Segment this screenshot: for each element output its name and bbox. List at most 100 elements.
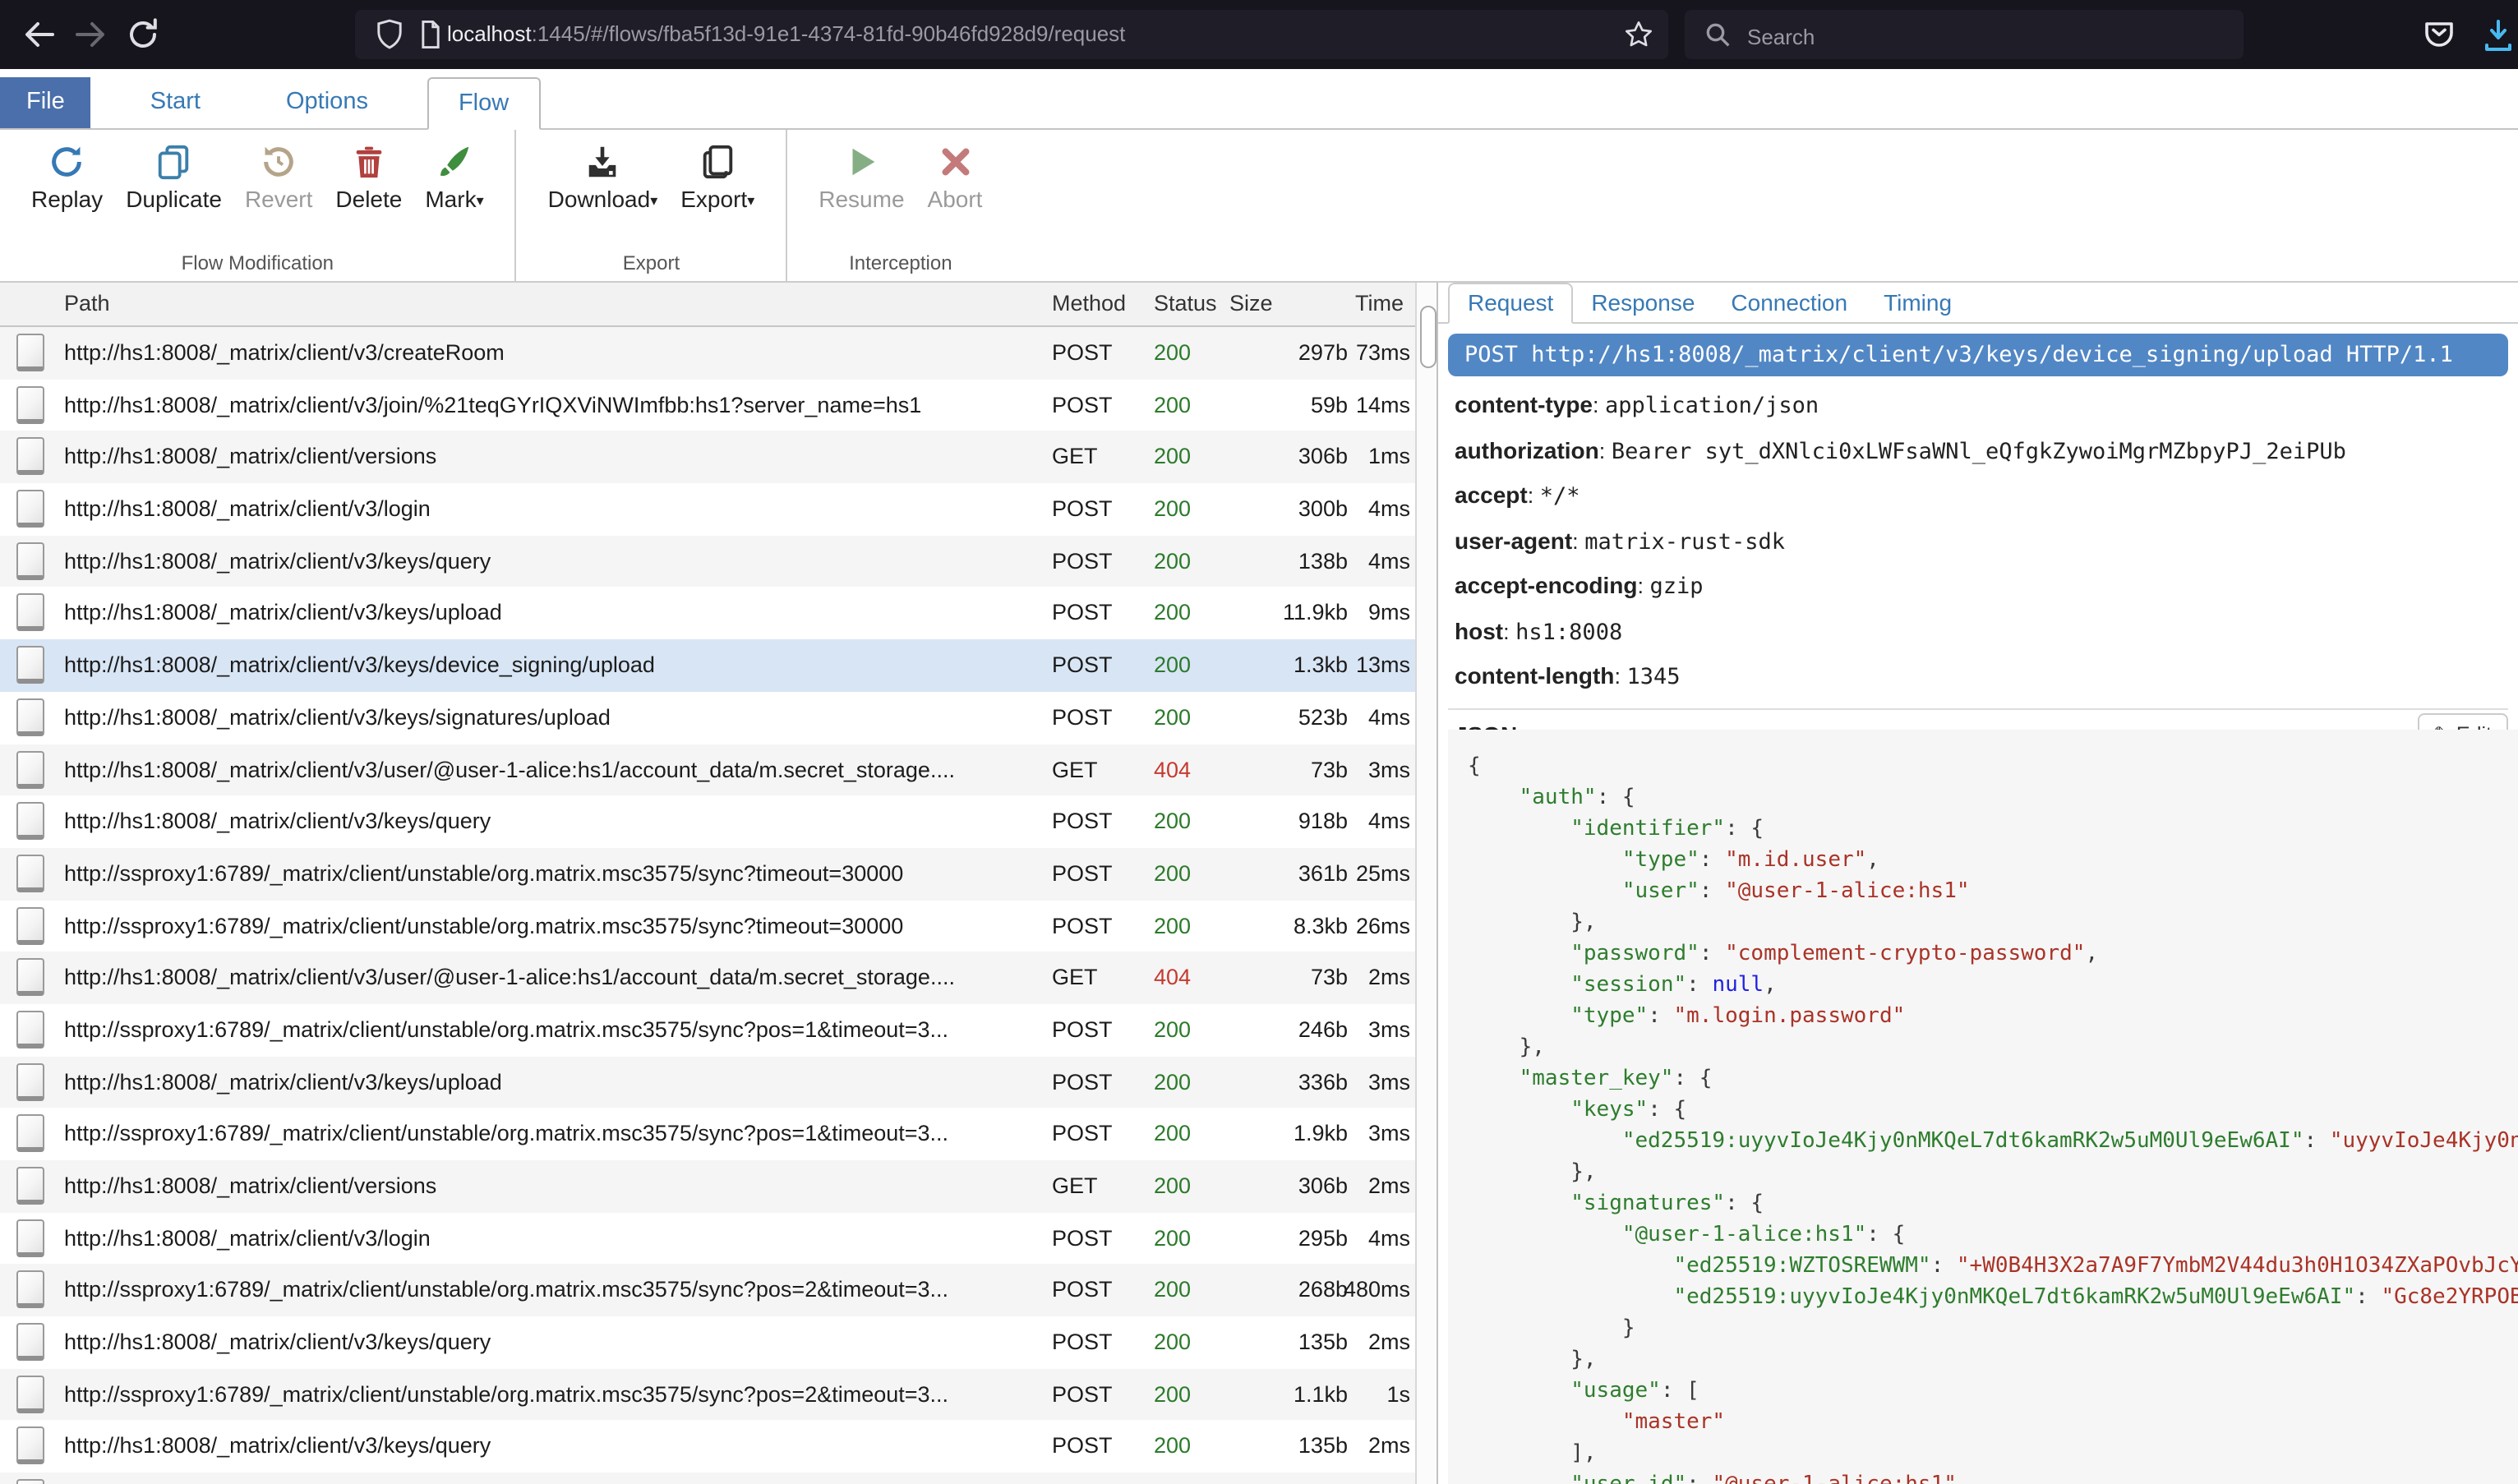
export-button[interactable]: Export▾	[669, 136, 766, 215]
flow-row[interactable]: http://hs1:8008/_matrix/client/versionsG…	[0, 431, 1415, 483]
flow-row[interactable]: http://hs1:8008/_matrix/client/v3/keys/q…	[0, 1421, 1415, 1472]
back-icon[interactable]	[20, 15, 59, 54]
flow-row[interactable]: http://hs1:8008/_matrix/client/v3/keys/q…	[0, 536, 1415, 588]
flow-type-icon	[16, 385, 44, 423]
flow-path: http://ssproxy1:6789/_matrix/client/unst…	[64, 1004, 1045, 1056]
flow-path: http://hs1:8008/_matrix/client/v3/keys/s…	[64, 692, 1045, 744]
abort-button[interactable]: Abort	[916, 136, 994, 215]
json-line: "ed25519:uyyvIoJe4Kjy0nMKQeL7dt6kamRK2w5…	[1468, 1282, 2518, 1313]
flow-toolbar: ReplayDuplicateRevertDeleteMark▾Flow Mod…	[0, 130, 2518, 283]
flow-type-icon	[16, 855, 44, 892]
reload-icon[interactable]	[123, 15, 163, 54]
flow-type-icon	[16, 959, 44, 997]
flow-type-icon	[16, 1323, 44, 1361]
duplicate-button[interactable]: Duplicate	[114, 136, 233, 215]
column-header-size[interactable]: Size	[1229, 283, 1273, 325]
flow-status: 200	[1154, 1160, 1191, 1212]
flow-path: http://ssproxy1:6789/_matrix/client/unst…	[64, 848, 1045, 900]
header-name: user-agent	[1455, 527, 1572, 553]
replay-button[interactable]: Replay	[20, 136, 114, 215]
flow-time: 3ms	[1315, 1056, 1410, 1108]
detail-tab-response[interactable]: Response	[1573, 284, 1713, 322]
column-header-status[interactable]: Status	[1154, 283, 1217, 325]
flow-method: POST	[1052, 848, 1113, 900]
menu-tab-file[interactable]: File	[0, 77, 91, 128]
flow-row[interactable]: http://hs1:8008/_matrix/client/v3/keys/s…	[0, 692, 1415, 744]
download-button[interactable]: Download▾	[537, 136, 670, 215]
delete-button[interactable]: Delete	[324, 136, 413, 215]
flow-row[interactable]: http://hs1:8008/_matrix/client/v3/keys/u…	[0, 1056, 1415, 1108]
menu-tab-options[interactable]: Options	[260, 77, 394, 128]
toolbar-button-label: Mark▾	[425, 186, 483, 212]
column-header-time[interactable]: Time	[1315, 283, 1404, 325]
url-bar[interactable]: localhost:1445/#/flows/fba5f13d-91e1-437…	[355, 10, 1668, 59]
scrollbar-thumb[interactable]	[1420, 306, 1437, 368]
column-header-path[interactable]: Path	[64, 283, 110, 325]
flow-path: http://hs1:8008/_matrix/client/v3/login	[64, 483, 1045, 535]
flow-row[interactable]: http://hs1:8008/_matrix/client/v3/user/@…	[0, 952, 1415, 1004]
json-line: "type": "m.id.user",	[1468, 845, 2518, 876]
forward-icon[interactable]	[71, 15, 110, 54]
mark-button[interactable]: Mark▾	[413, 136, 495, 215]
flow-time: 2ms	[1315, 952, 1410, 1004]
flow-method: POST	[1052, 1056, 1113, 1108]
detail-tab-connection[interactable]: Connection	[1713, 284, 1865, 322]
flow-row-selected[interactable]: http://hs1:8008/_matrix/client/v3/keys/d…	[0, 639, 1415, 691]
flow-row[interactable]: http://hs1:8008/_matrix/client/versionsG…	[0, 1160, 1415, 1212]
header-line[interactable]: content-type: application/json	[1455, 391, 2508, 419]
flow-time: 1ms	[1315, 431, 1410, 483]
header-line[interactable]: host: hs1:8008	[1455, 617, 2508, 645]
flow-row[interactable]: http://hs1:8008/_matrix/client/v3/loginP…	[0, 1212, 1415, 1264]
flow-row[interactable]: http://hs1:8008/_matrix/client/v3/keys/u…	[0, 588, 1415, 639]
download-icon	[583, 140, 621, 182]
menu-tab-start[interactable]: Start	[124, 77, 227, 128]
flow-row[interactable]: http://ssproxy1:6789/_matrix/client/unst…	[0, 1265, 1415, 1316]
menu-tab-flow[interactable]: Flow	[427, 77, 540, 130]
header-name: content-type	[1455, 391, 1593, 417]
detail-tab-timing[interactable]: Timing	[1865, 284, 1970, 322]
flow-row[interactable]: http://ssproxy1:6789/_matrix/client/unst…	[0, 848, 1415, 900]
flow-row[interactable]: http://ssproxy1:6789/_matrix/client/unst…	[0, 1004, 1415, 1056]
downloads-icon[interactable]	[2479, 15, 2518, 62]
flow-row[interactable]: http://hs1:8008/_matrix/client/v3/keys/q…	[0, 1316, 1415, 1368]
flow-path: http://hs1:8008/_matrix/client/versions	[64, 431, 1045, 483]
browser-search-input[interactable]	[1744, 10, 2227, 62]
flow-row[interactable]: http://ssproxy1:6789/_matrix/client/unst…	[0, 900, 1415, 952]
header-line[interactable]: content-length: 1345	[1455, 662, 2508, 690]
delete-icon	[350, 140, 388, 182]
flow-path: http://hs1:8008/_matrix/client/versions	[64, 1160, 1045, 1212]
column-header-method[interactable]: Method	[1052, 283, 1126, 325]
pocket-icon[interactable]	[2419, 15, 2459, 62]
flow-row[interactable]: http://hs1:8008/_matrix/client/v3/create…	[0, 327, 1415, 379]
shield-icon[interactable]	[371, 16, 408, 61]
flow-row[interactable]: http://hs1:8008/_matrix/client/v3/keys/q…	[0, 795, 1415, 847]
resume-button[interactable]: Resume	[807, 136, 915, 215]
flow-detail-panel: RequestResponseConnectionTiming POST htt…	[1437, 283, 2518, 1484]
header-line[interactable]: user-agent: matrix-rust-sdk	[1455, 527, 2508, 555]
bookmark-star-icon[interactable]	[1622, 18, 1655, 59]
page-icon[interactable]	[413, 16, 449, 61]
browser-search-bar[interactable]	[1685, 10, 2244, 59]
header-line[interactable]: authorization: Bearer syt_dXNlci0xLWFsaW…	[1455, 436, 2508, 464]
flow-row[interactable]: http://hs1:8008/_matrix/client/v3/user/@…	[0, 744, 1415, 795]
header-line[interactable]: accept-encoding: gzip	[1455, 572, 2508, 600]
revert-button[interactable]: Revert	[233, 136, 324, 215]
flow-time: 1s	[1315, 1369, 1410, 1421]
flow-time: 2ms	[1315, 1316, 1410, 1368]
header-separator: :	[1599, 438, 1612, 463]
flow-type-icon	[16, 1271, 44, 1309]
flow-type-icon	[16, 646, 44, 684]
header-value: hs1:8008	[1515, 619, 1622, 645]
flow-row[interactable]: http://hs1:8008/_matrix/client/v3/loginP…	[0, 483, 1415, 535]
flow-list-scrollbar[interactable]	[1415, 283, 1437, 1484]
flow-status: 200	[1154, 639, 1191, 691]
flow-method: POST	[1052, 536, 1113, 588]
flow-row[interactable]: http://ssproxy1:6789/_matrix/client/unst…	[0, 1108, 1415, 1160]
detail-tab-request[interactable]: Request	[1448, 283, 1573, 324]
header-line[interactable]: accept: */*	[1455, 482, 2508, 509]
flow-row[interactable]: http://ssproxy1:6789/_matrix/client/unst…	[0, 1369, 1415, 1421]
flow-row[interactable]: http://hs1:8008/_matrix/client/v3/join/%…	[0, 379, 1415, 431]
flow-row-partial[interactable]	[0, 1472, 1415, 1484]
json-line: "ed25519:WZTOSREWWM": "+W0B4H3X2a7A9F7Ym…	[1468, 1251, 2518, 1282]
flow-path: http://hs1:8008/_matrix/client/v3/keys/d…	[64, 639, 1045, 691]
